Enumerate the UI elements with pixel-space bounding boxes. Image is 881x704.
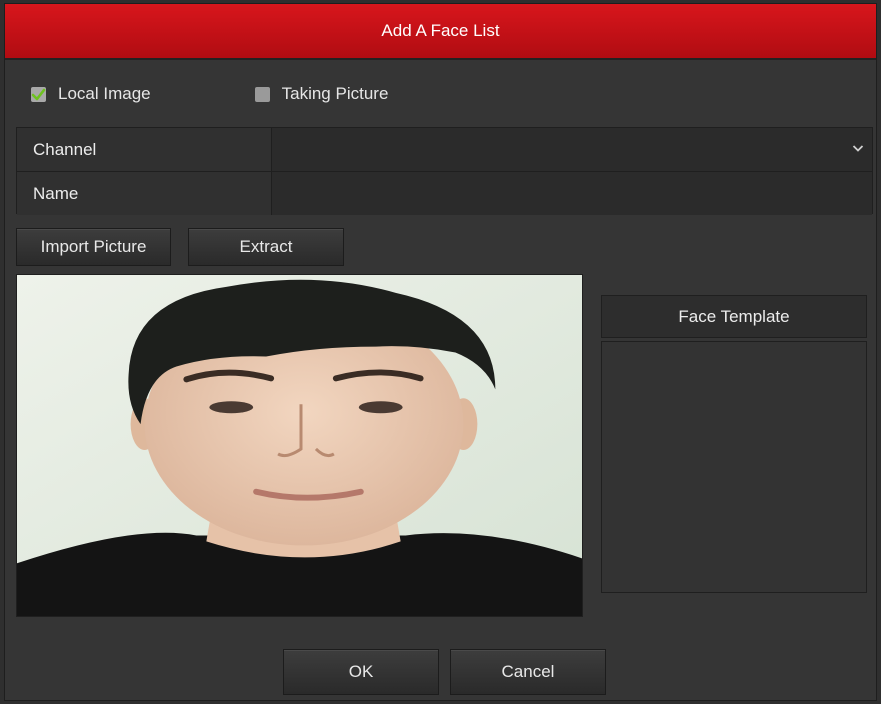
channel-row: Channel [17,128,872,171]
extract-button[interactable]: Extract [188,228,344,266]
channel-select[interactable] [272,128,872,171]
taking-picture-label: Taking Picture [281,84,389,103]
dialog-title: Add A Face List [381,21,500,40]
face-template-area [601,341,867,593]
channel-label: Channel [17,128,272,171]
name-label: Name [17,172,272,215]
face-photo-preview [16,274,583,617]
local-image-checkbox[interactable] [31,86,46,102]
check-icon [31,88,46,100]
face-photo-image [17,275,582,616]
taking-picture-checkbox[interactable] [254,86,270,102]
local-image-label: Local Image [58,84,151,103]
chevron-down-icon [852,145,864,152]
ok-button[interactable]: OK [283,649,439,695]
name-row: Name [17,171,872,215]
local-image-option[interactable]: Local Image [31,84,151,104]
dialog-title-bar: Add A Face List [5,4,876,60]
name-input[interactable] [272,172,872,215]
taking-picture-option[interactable]: Taking Picture [254,84,389,104]
import-picture-button[interactable]: Import Picture [16,228,171,266]
face-template-title: Face Template [601,295,867,338]
add-face-list-dialog: Add A Face List Local Image Taking Pictu… [4,3,877,701]
face-form: Channel Name [16,127,873,215]
cancel-button[interactable]: Cancel [450,649,606,695]
source-mode-options: Local Image Taking Picture [31,84,388,104]
